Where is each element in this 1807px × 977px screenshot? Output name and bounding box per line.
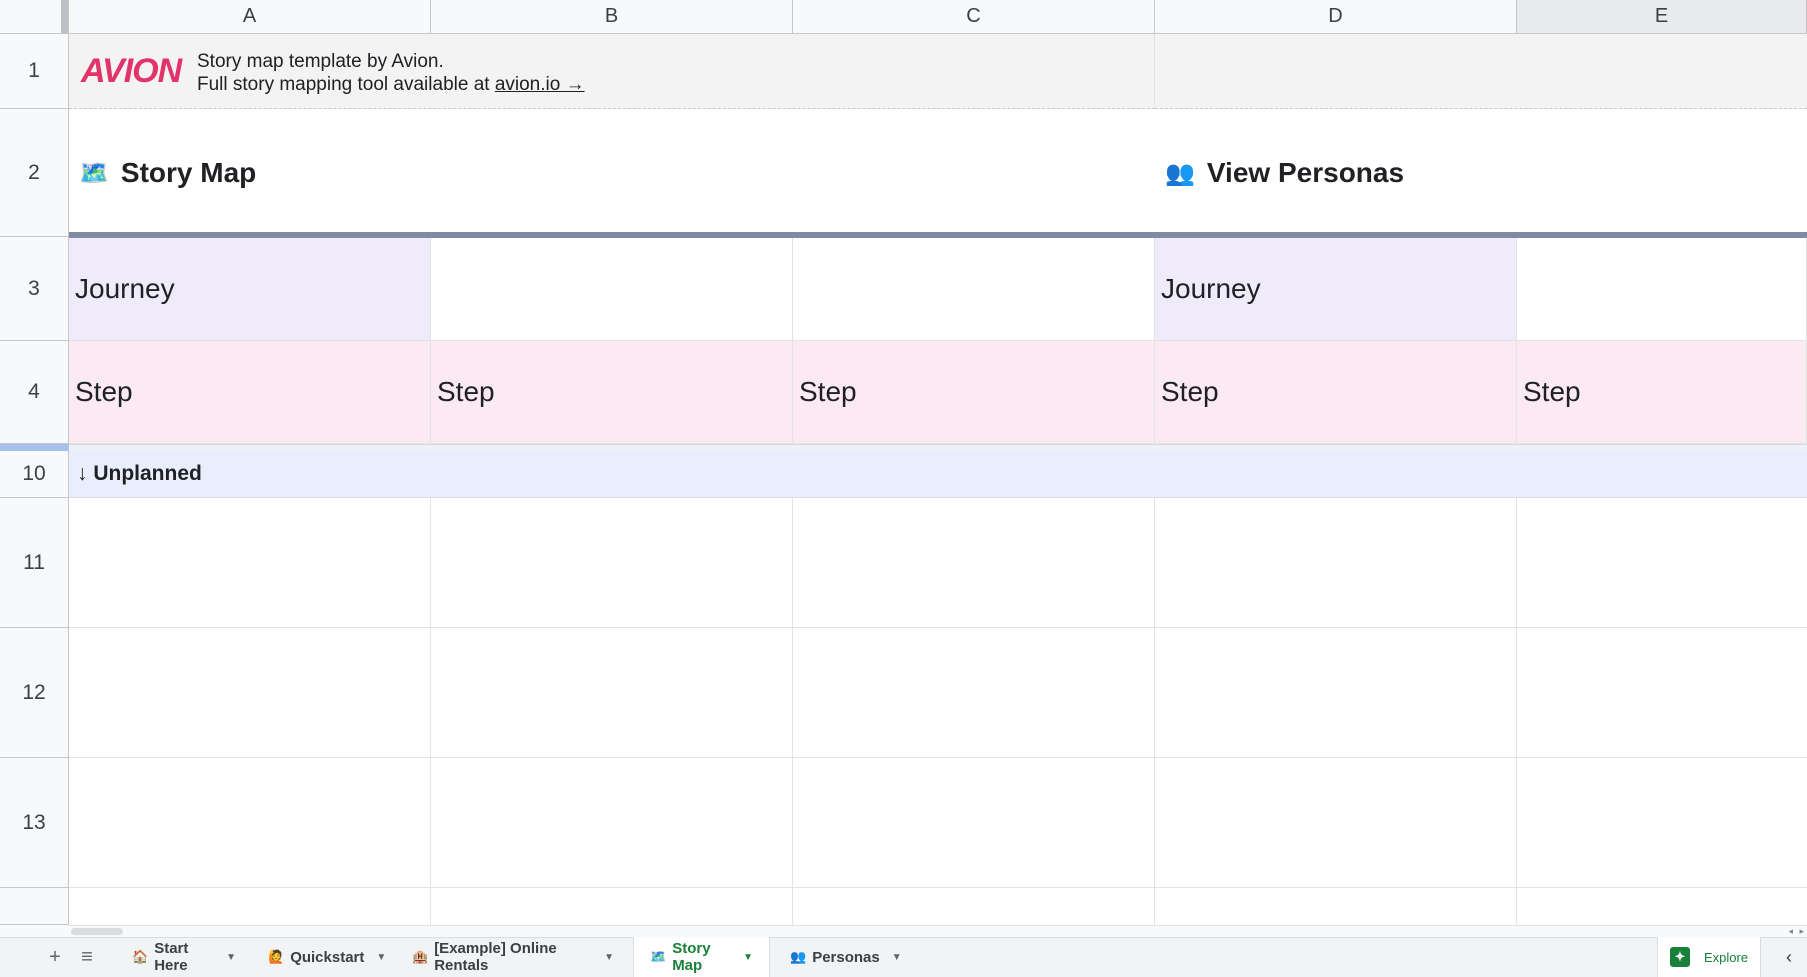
step-cell-b[interactable]: Step	[431, 341, 793, 444]
scrollbar-thumb[interactable]	[71, 928, 123, 935]
story-map-heading-cell[interactable]: 🗺️ Story Map	[69, 109, 1155, 237]
chevron-down-icon[interactable]: ▼	[743, 952, 753, 963]
journey-cell-a[interactable]: Journey	[69, 238, 431, 341]
chevron-down-icon[interactable]: ▼	[604, 952, 614, 963]
map-icon: 🗺️	[650, 949, 667, 964]
hotel-icon: 🏨	[412, 949, 429, 964]
all-sheets-button[interactable]: ≡	[76, 937, 98, 977]
view-personas-heading-cell[interactable]: 👥 View Personas	[1155, 109, 1807, 237]
row-header-2[interactable]: 2	[0, 109, 69, 237]
row-header-13[interactable]: 13	[0, 758, 69, 888]
banner-cell-right[interactable]	[1155, 34, 1807, 109]
tab-example-online-rentals[interactable]: 🏨 [Example] Online Rentals ▼	[396, 937, 630, 977]
column-header-d[interactable]: D	[1155, 0, 1517, 34]
chevron-down-icon[interactable]: ▼	[892, 952, 902, 963]
row-header-1[interactable]: 1	[0, 34, 69, 109]
banner-line-2: Full story mapping tool available at	[197, 74, 495, 95]
chevron-down-icon[interactable]: ▼	[226, 952, 236, 963]
frozen-rows-handle[interactable]	[69, 444, 1807, 451]
column-header-b[interactable]: B	[431, 0, 793, 34]
row-header-11[interactable]: 11	[0, 498, 69, 628]
chevron-down-icon[interactable]: ▼	[376, 952, 386, 963]
tab-story-map[interactable]: 🗺️ Story Map ▼	[633, 937, 770, 977]
house-icon: 🏠	[132, 949, 149, 964]
row-header-3[interactable]: 3	[0, 237, 69, 341]
horizontal-scrollbar[interactable]: ◂ ▸	[69, 925, 1807, 937]
explore-button[interactable]: ✦ Explore	[1657, 937, 1761, 977]
step-cell-d[interactable]: Step	[1155, 341, 1517, 444]
banner-cell[interactable]: AVION Story map template by Avion. Full …	[69, 34, 1155, 109]
step-cell-e[interactable]: Step	[1517, 341, 1807, 444]
journey-cell-e[interactable]	[1517, 238, 1807, 341]
journey-cell-c[interactable]	[793, 238, 1155, 341]
scroll-right-arrow[interactable]: ▸	[1799, 926, 1804, 937]
journey-cell-b[interactable]	[431, 238, 793, 341]
tab-personas[interactable]: 👥 Personas ▼	[774, 937, 904, 977]
add-sheet-button[interactable]: +	[44, 937, 66, 977]
column-header-c[interactable]: C	[793, 0, 1155, 34]
view-personas-link[interactable]: View Personas	[1207, 157, 1404, 189]
avion-link[interactable]: avion.io →	[495, 74, 585, 95]
row-header-12[interactable]: 12	[0, 628, 69, 758]
select-all-corner[interactable]	[0, 0, 69, 34]
step-cell-c[interactable]: Step	[793, 341, 1155, 444]
personas-icon: 👥	[1165, 159, 1195, 187]
unplanned-label: ↓ Unplanned	[77, 462, 202, 485]
collapse-side-panel-icon[interactable]: ‹	[1774, 937, 1804, 977]
cell-grid[interactable]	[69, 498, 1807, 925]
step-cell-a[interactable]: Step	[69, 341, 431, 444]
raising-hand-icon: 🙋	[268, 949, 285, 964]
banner-line-1: Story map template by Avion.	[197, 51, 444, 72]
column-header-e[interactable]: E	[1517, 0, 1807, 34]
explore-icon: ✦	[1670, 947, 1690, 967]
page-title: Story Map	[120, 157, 257, 188]
map-icon: 🗺️	[79, 159, 109, 187]
scroll-left-arrow[interactable]: ◂	[1788, 926, 1793, 937]
row-header-14[interactable]	[0, 888, 69, 925]
tab-quickstart[interactable]: 🙋 Quickstart ▼	[252, 937, 388, 977]
explore-label: Explore	[1704, 949, 1749, 965]
unplanned-row[interactable]: ↓ Unplanned	[69, 451, 1807, 498]
column-header-a[interactable]: A	[69, 0, 431, 34]
row-header-4[interactable]: 4	[0, 341, 69, 444]
personas-icon: 👥	[790, 949, 807, 964]
tab-start-here[interactable]: 🏠 Start Here ▼	[116, 937, 252, 977]
avion-logo: AVION	[81, 52, 182, 90]
row-header-10[interactable]: 10	[0, 444, 69, 498]
journey-cell-d[interactable]: Journey	[1155, 238, 1517, 341]
